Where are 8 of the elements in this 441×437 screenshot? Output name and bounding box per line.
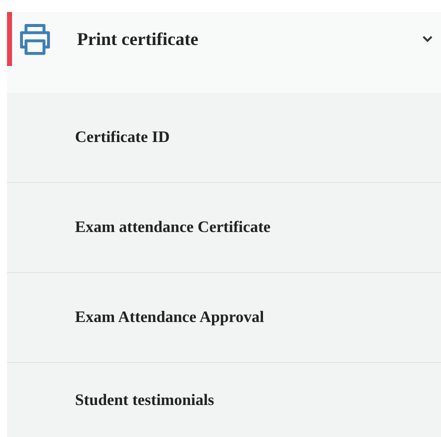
chevron-icon bbox=[422, 35, 433, 43]
submenu-item[interactable]: Student testimonials bbox=[7, 363, 441, 437]
printer-icon bbox=[17, 21, 53, 57]
submenu-item[interactable]: Certificate ID bbox=[7, 93, 441, 183]
menu-header[interactable]: Print certificate bbox=[7, 12, 441, 66]
submenu-item[interactable]: Exam attendance Certificate bbox=[7, 183, 441, 273]
menu-title: Print certificate bbox=[77, 28, 200, 50]
submenu-item[interactable]: Exam Attendance Approval bbox=[7, 273, 441, 363]
